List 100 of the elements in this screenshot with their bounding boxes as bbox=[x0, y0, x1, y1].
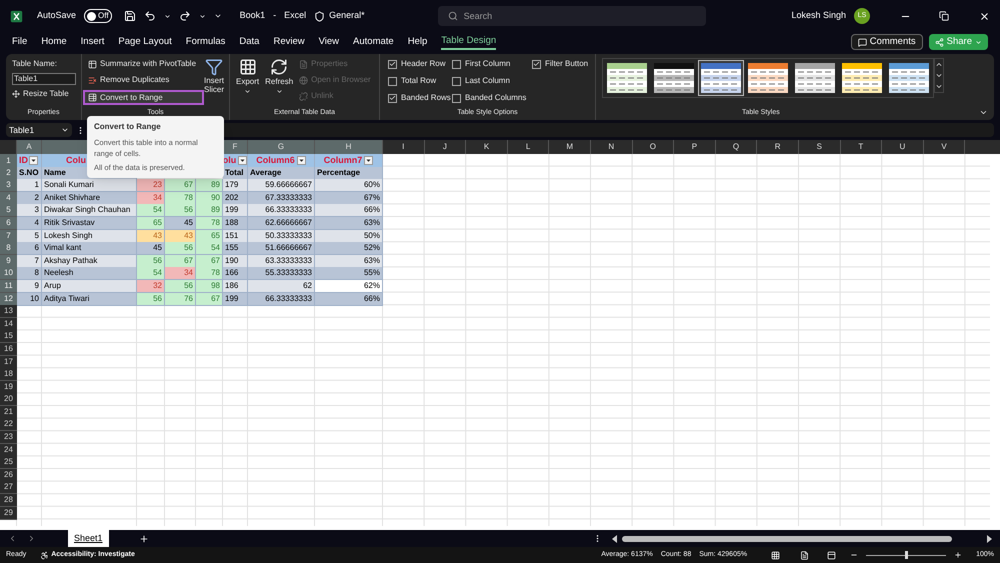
table-cell: 50.33333333 bbox=[248, 230, 315, 243]
table-cell: 186 bbox=[223, 280, 248, 293]
table-cell: 67 bbox=[196, 292, 223, 306]
table-cell: 3 bbox=[17, 204, 42, 218]
column-title: Column6 bbox=[256, 154, 295, 167]
table-cell: 2 bbox=[17, 192, 42, 205]
table-cell: 43 bbox=[137, 230, 165, 243]
table-cell: 67 bbox=[196, 254, 223, 268]
table-cell: 202 bbox=[223, 192, 248, 205]
table-cell: 55.33333333 bbox=[248, 267, 315, 280]
table-cell: 54 bbox=[196, 242, 223, 256]
table-cell: 43 bbox=[165, 230, 196, 243]
table-cell: 190 bbox=[223, 254, 248, 268]
column-title: ID bbox=[19, 154, 28, 167]
table-cell: 62.66666667 bbox=[248, 216, 315, 230]
table-cell: 78 bbox=[196, 267, 223, 280]
table-cell: 179 bbox=[223, 179, 248, 192]
table-cell: 78 bbox=[196, 216, 223, 230]
table-cell: 54 bbox=[137, 267, 165, 280]
table-cell: 10 bbox=[17, 292, 42, 306]
table-cell: 23 bbox=[137, 179, 165, 192]
table-cell: 63% bbox=[315, 216, 383, 230]
table-cell: 9 bbox=[17, 280, 42, 293]
table-cell: 8 bbox=[17, 267, 42, 280]
table-cell: 56 bbox=[137, 254, 165, 268]
table-cell: Akshay Pathak bbox=[42, 254, 137, 268]
checkbox-label: Last Column bbox=[465, 75, 510, 87]
table-cell: 32 bbox=[137, 280, 165, 293]
checkbox-label: Header Row bbox=[401, 58, 446, 70]
table-cell: 34 bbox=[137, 192, 165, 205]
table-cell: 62% bbox=[315, 280, 383, 293]
table-cell: 5 bbox=[17, 230, 42, 243]
table-cell: 98 bbox=[196, 280, 223, 293]
table-cell: 63.33333333 bbox=[248, 254, 315, 268]
table-cell: 45 bbox=[137, 242, 165, 256]
checkbox-label: Total Row bbox=[401, 75, 436, 87]
table-cell: Ritik Srivastav bbox=[42, 216, 137, 230]
table-cell: 199 bbox=[223, 292, 248, 306]
table-cell: 6 bbox=[17, 242, 42, 256]
table-cell: 7 bbox=[17, 254, 42, 268]
table-cell: Aniket Shivhare bbox=[42, 192, 137, 205]
table-cell: 59.66666667 bbox=[248, 179, 315, 192]
table-cell: 90 bbox=[196, 192, 223, 205]
checkbox-label: Banded Rows bbox=[401, 92, 451, 104]
table-name-label: Table Name: bbox=[12, 58, 58, 70]
table-cell: 60% bbox=[315, 179, 383, 192]
table-cell: 155 bbox=[223, 242, 248, 256]
table-cell: 63% bbox=[315, 254, 383, 268]
table-cell: 62 bbox=[248, 280, 315, 293]
user-name: Lokesh Singh bbox=[791, 9, 846, 22]
table-cell: Diwakar Singh Chauhan bbox=[42, 204, 137, 218]
app-name: Excel bbox=[284, 9, 306, 22]
table-cell: 89 bbox=[196, 179, 223, 192]
table-cell: 55% bbox=[315, 267, 383, 280]
table-cell: Total bbox=[223, 166, 248, 180]
table-cell: 50% bbox=[315, 230, 383, 243]
table-cell: 67.33333333 bbox=[248, 192, 315, 205]
column-title: Column7 bbox=[324, 154, 362, 167]
checkbox-label: Filter Button bbox=[545, 58, 588, 70]
table-cell: 67 bbox=[165, 179, 196, 192]
table-cell: 67 bbox=[165, 254, 196, 268]
document-title: Book1 bbox=[240, 9, 266, 22]
tooltip-title: Convert to Range bbox=[94, 121, 162, 133]
table-cell: 1 bbox=[17, 179, 42, 192]
table-cell: Average bbox=[248, 166, 315, 180]
table-cell: 188 bbox=[223, 216, 248, 230]
table-cell: 56 bbox=[165, 204, 196, 218]
table-cell: 67% bbox=[315, 192, 383, 205]
table-cell: Lokesh Singh bbox=[42, 230, 137, 243]
checkbox-label: Banded Columns bbox=[465, 92, 526, 104]
table-cell: 66.33333333 bbox=[248, 204, 315, 218]
table-cell: Arup bbox=[42, 280, 137, 293]
title-separator: - bbox=[273, 9, 276, 22]
table-cell: 76 bbox=[165, 292, 196, 306]
table-cell: Vimal kant bbox=[42, 242, 137, 256]
table-cell: 199 bbox=[223, 204, 248, 218]
table-cell: 151 bbox=[223, 230, 248, 243]
table-cell: 56 bbox=[137, 292, 165, 306]
table-cell: S.NO bbox=[17, 166, 42, 180]
table-cell: 66.33333333 bbox=[248, 292, 315, 306]
table-cell: 66% bbox=[315, 204, 383, 218]
table-cell: 52% bbox=[315, 242, 383, 256]
autosave-label: AutoSave bbox=[37, 9, 76, 22]
table-cell: 45 bbox=[165, 216, 196, 230]
table-cell: 34 bbox=[165, 267, 196, 280]
table-cell: 166 bbox=[223, 267, 248, 280]
table-cell: 51.66666667 bbox=[248, 242, 315, 256]
table-cell: 78 bbox=[165, 192, 196, 205]
table-cell: 56 bbox=[165, 242, 196, 256]
table-cell: Sonali Kumari bbox=[42, 179, 137, 192]
table-cell: 56 bbox=[165, 280, 196, 293]
table-cell: Percentage bbox=[315, 166, 383, 180]
table-cell: 4 bbox=[17, 216, 42, 230]
table-cell: 66% bbox=[315, 292, 383, 306]
table-cell: Aditya Tiwari bbox=[42, 292, 137, 306]
checkbox-label: First Column bbox=[465, 58, 510, 70]
table-cell: 54 bbox=[137, 204, 165, 218]
table-cell: Neelesh bbox=[42, 267, 137, 280]
table-cell: 89 bbox=[196, 204, 223, 218]
table-cell: 65 bbox=[196, 230, 223, 243]
